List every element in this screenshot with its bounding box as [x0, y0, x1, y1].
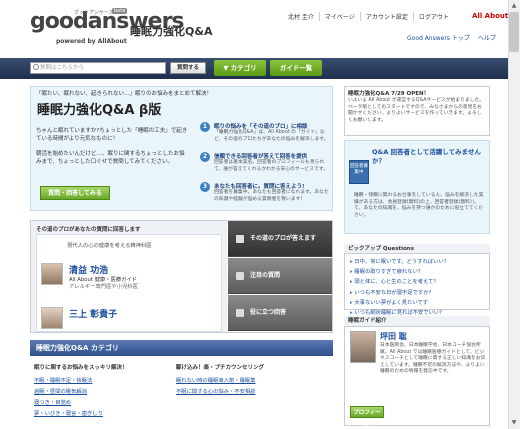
scroll-down-icon[interactable]: ▼: [509, 418, 519, 428]
point-number: 1: [200, 122, 210, 132]
scroll-up-icon[interactable]: ▲: [509, 1, 519, 11]
category-group-title: 眠りに関するお悩みをスッキリ解決！: [34, 365, 128, 371]
mypage-link[interactable]: マイページ: [318, 11, 360, 21]
top-nav: 北村 圭介 マイページ アカウント設定 ログアウト: [283, 10, 454, 22]
guide-desc: 現代人の心の健康を考える精神科医: [67, 243, 152, 249]
recruit-badge: 回答者募集中: [349, 160, 369, 184]
guide-avatar[interactable]: [41, 263, 63, 285]
guide-intro-heading: 睡眠ガイド紹介: [344, 316, 490, 327]
heart-icon: [236, 309, 244, 317]
hero-intro-2: 朝活を始めたいんだけど…、眠りに関するちょっとしたお悩みまで、ちょっとした口ぐせ…: [36, 151, 185, 165]
pickup-question-link[interactable]: 睡眠の取りすぎて疲れない？: [350, 267, 488, 275]
document-icon: [236, 272, 244, 280]
scroll-thumb[interactable]: [509, 12, 519, 52]
announcement-body: いよいよ All About が運営するQ&Aサービスが始まりました。ベータ版と…: [348, 98, 485, 123]
tab-useful-answers[interactable]: 役に立つ回答: [228, 295, 332, 331]
ask-question-button[interactable]: 質問する: [170, 62, 206, 74]
search-input[interactable]: 質問はこちらから: [30, 62, 166, 74]
guides-tabs: その道のプロが答えます 注目の質問 役に立つ回答: [228, 221, 332, 332]
beta-badge: beta: [112, 8, 128, 14]
category-link[interactable]: 不眠・睡眠不足・快眠法: [34, 376, 174, 384]
point-number: 2: [200, 152, 210, 162]
announcement-title: 睡眠力強化Q&A 7/29 OPEN！: [348, 91, 430, 97]
category-column-right: 駆け込み！楽・プチカウンセリング 眠れない時の睡眠導入剤・睡眠薬 不眠に関する心…: [176, 363, 328, 398]
scrollbar[interactable]: [508, 0, 520, 429]
guide-name[interactable]: 三上 彰貴子: [69, 307, 117, 320]
pickup-list: 日中、常に眠いです。どうすればいい？ 睡眠の取りすぎて疲れない？ 頭と体に、心と…: [350, 257, 488, 318]
category-link[interactable]: 寝つき・目覚め: [34, 398, 174, 406]
guide-intro-body: 日本医師会、日本睡眠学会、日本コーチ協会所属。All About では睡眠医療ガ…: [380, 343, 486, 374]
powered-by-label: powered by AllAbout: [56, 38, 127, 45]
help-link[interactable]: ヘルプ: [478, 33, 496, 42]
pickup-heading: ピックアップ Questions: [344, 244, 490, 254]
sub-nav: Good Answers トップ ヘルプ: [407, 33, 496, 42]
hero-tagline: 「眠たい、眠れない、起きられない…」眠りのお悩みをまとめて解決！: [36, 91, 213, 97]
tab-featured-questions[interactable]: 注目の質問: [228, 258, 332, 294]
pickup-question-link[interactable]: 頭と体に、心と生のことを考えて？: [350, 277, 488, 285]
account-settings-link[interactable]: アカウント設定: [359, 11, 413, 21]
pickup-question-link[interactable]: いつも不安な日が寝不足ですか？: [350, 288, 488, 296]
page-title: 睡眠力強化Q&A: [130, 25, 213, 38]
tab-pro-answers[interactable]: その道のプロが答えます: [228, 221, 332, 257]
category-link[interactable]: 不眠に関する心の悩み・不安相談: [176, 387, 328, 395]
pickup-question-link[interactable]: 日中、常に眠いです。どうすればいい？: [350, 257, 488, 265]
guide-list[interactable]: 現代人の心の健康を考える精神科医 清益 功浩 All About 健康・医療ガイ…: [36, 234, 222, 332]
tab-label: 注目の質問: [250, 272, 281, 279]
point-desc: 回答者は基本実名。回答者のプロフィールも見られて、誰が答えてくれるかわかる安心の…: [214, 160, 329, 172]
category-column-left: 眠りに関するお悩みをスッキリ解決！ 不眠・睡眠不足・快眠法 過眠・昼間の眠気解消…: [34, 363, 174, 420]
hero-title: 睡眠力強化Q&A β版: [37, 103, 162, 118]
user-name-link[interactable]: 北村 圭介: [283, 12, 319, 21]
category-link[interactable]: 眠れない時の睡眠導入剤・睡眠薬: [176, 376, 328, 384]
point-title: あなたも回答者に。質問に答えよう!: [214, 184, 305, 190]
point-number: 3: [200, 182, 210, 192]
search-icon: [33, 64, 39, 70]
guide-intro-name[interactable]: 坪田 聡: [380, 331, 407, 342]
recruit-body: 睡眠・快眠に関わるお仕事をしている人、悩みを解決した実績がある方は、会員登録(無…: [354, 193, 484, 218]
point-desc: 回答者を募集中。あなたも回答者になれます。あなたの知識や経験が悩める質問者を救い…: [214, 190, 329, 202]
logout-link[interactable]: ログアウト: [412, 11, 454, 21]
tab-label: その道のプロが答えます: [250, 235, 317, 242]
ask-answer-button[interactable]: 質問・回答してみる: [40, 186, 110, 200]
guides-heading: その道のプロがあなたの質問に回答します: [36, 227, 141, 233]
trophy-icon: [236, 235, 244, 243]
category-heading: 睡眠力強化Q&A カテゴリ: [30, 340, 333, 356]
allabout-logo[interactable]: All About: [472, 12, 508, 20]
recruit-title[interactable]: Q&A 回答者として活躍してみませんか？: [372, 148, 487, 166]
guide-list-button[interactable]: ガイド一覧: [270, 60, 322, 76]
category-link[interactable]: 夢・いびき・寝言・歯ぎしり: [34, 409, 174, 417]
guide-photo[interactable]: [350, 331, 376, 363]
point-title: 眠りの悩みを「その道のプロ」に相談: [214, 124, 308, 130]
point-title: 信頼できる回答者が答えて回答を提供: [214, 154, 308, 160]
profile-button[interactable]: プロフィール: [350, 406, 384, 428]
pickup-question-link[interactable]: いつも網状睡眠に見れば不安でいい？: [350, 308, 488, 316]
guide-avatar[interactable]: [41, 307, 63, 329]
goodanswers-top-link[interactable]: Good Answers トップ: [407, 33, 470, 42]
category-link[interactable]: 過眠・昼間の眠気解消: [34, 387, 174, 395]
tab-label: 役に立つ回答: [250, 309, 287, 316]
pickup-question-link[interactable]: 大事ないい夢がよく見たいです: [350, 298, 488, 306]
guide-specialty: アレルギー専門医や小児科医: [69, 284, 138, 290]
logo-subtitle: グッドアンサーズ: [74, 10, 114, 16]
hero-intro: ちゃんと眠れていますか?ちょっとした「睡眠の工夫」で起きている時間がより元気なも…: [36, 128, 188, 142]
category-group-title: 駆け込み！楽・プチカウンセリング: [176, 365, 265, 371]
allabout-logo-text: All About: [472, 12, 509, 20]
category-button[interactable]: ▼ カテゴリ: [214, 60, 266, 76]
point-desc: 「睡眠力強化Q&A」は、All About の「ガイド」など、その道のプロたちが…: [214, 130, 329, 142]
